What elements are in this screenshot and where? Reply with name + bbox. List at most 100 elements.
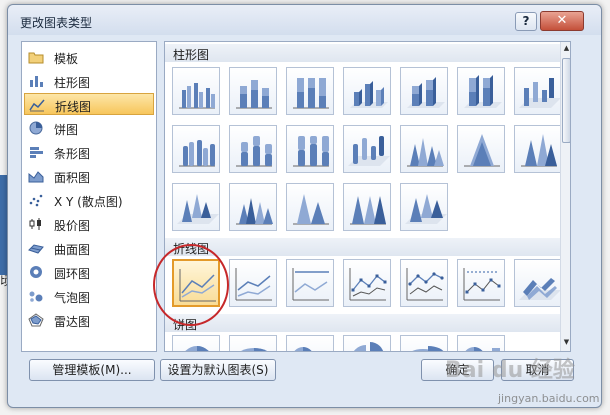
bar-of-pie-icon xyxy=(465,347,500,351)
category-label: 股价图 xyxy=(54,219,91,233)
category-surface[interactable]: 曲面图 xyxy=(24,237,154,259)
category-bubble[interactable]: 气泡图 xyxy=(24,285,154,307)
line-with-markers-option[interactable] xyxy=(343,259,391,307)
category-label: 曲面图 xyxy=(54,243,91,257)
3d-percent-stacked-column-option[interactable] xyxy=(457,67,505,115)
3d-percent-stacked-column-icon xyxy=(464,75,502,108)
category-doughnut[interactable]: 圆环图 xyxy=(24,261,154,283)
bar-of-pie-option[interactable] xyxy=(457,335,505,351)
percent-stacked-cylinder-icon xyxy=(293,136,329,167)
highlight-annotation-circle xyxy=(153,244,229,326)
percent-stacked-cone-option[interactable] xyxy=(514,125,562,173)
3d-pie-option[interactable] xyxy=(229,335,277,351)
scroll-up-arrow-icon[interactable]: ▲ xyxy=(562,44,570,55)
exploded-pie-icon xyxy=(354,342,384,351)
3d-cylinder-option[interactable] xyxy=(343,125,391,173)
category-column[interactable]: 柱形图 xyxy=(24,70,154,92)
stacked-pyramid-option[interactable] xyxy=(286,183,334,231)
clustered-cone-option[interactable] xyxy=(400,125,448,173)
title-bar: 更改图表类型 ? ✕ xyxy=(8,5,601,35)
section-header-line: 折线图 xyxy=(165,238,560,256)
clustered-cone-icon xyxy=(407,138,444,167)
clustered-column-icon xyxy=(179,83,215,109)
percent-stacked-column-option[interactable] xyxy=(286,67,334,115)
stacked-pyramid-icon xyxy=(293,194,329,225)
category-bar[interactable]: 条形图 xyxy=(24,141,154,163)
category-radar[interactable]: 雷达图 xyxy=(24,309,154,331)
pie-of-pie-icon xyxy=(294,347,312,351)
percent-stacked-pyramid-option[interactable] xyxy=(343,183,391,231)
clustered-cylinder-option[interactable] xyxy=(172,125,220,173)
percent-stacked-pyramid-icon xyxy=(350,196,386,225)
percent-stacked-line-with-markers-option[interactable] xyxy=(457,259,505,307)
category-scatter[interactable]: X Y (散点图) xyxy=(24,189,154,211)
pie-option[interactable] xyxy=(172,335,220,351)
category-templates[interactable]: 模板 xyxy=(24,46,154,68)
percent-stacked-cone-icon xyxy=(521,134,557,167)
3d-exploded-pie-option[interactable] xyxy=(400,335,448,351)
3d-cone-option[interactable] xyxy=(172,183,220,231)
percent-stacked-column-icon xyxy=(293,78,329,109)
stacked-column-icon xyxy=(236,80,272,109)
3d-clustered-column-icon xyxy=(350,81,388,108)
scatter-chart-icon xyxy=(29,194,43,207)
area-chart-icon xyxy=(28,171,44,183)
category-label: 面积图 xyxy=(54,171,91,185)
category-line[interactable]: 折线图 xyxy=(24,93,154,115)
bubble-chart-icon xyxy=(29,291,43,302)
stacked-column-option[interactable] xyxy=(229,67,277,115)
set-default-chart-button[interactable]: 设置为默认图表(S) xyxy=(160,359,276,381)
stacked-cylinder-option[interactable] xyxy=(229,125,277,173)
scroll-down-arrow-icon[interactable]: ▼ xyxy=(562,338,570,349)
section-header-column: 柱形图 xyxy=(165,44,560,62)
baidu-watermark-url: jingyan.baidu.com xyxy=(498,392,600,405)
line-with-markers-icon xyxy=(349,268,387,301)
stacked-cone-icon xyxy=(464,134,500,167)
category-stock[interactable]: 股价图 xyxy=(24,213,154,235)
stacked-cylinder-icon xyxy=(236,136,272,167)
3d-pyramid-icon xyxy=(405,194,447,224)
category-label: 气泡图 xyxy=(54,291,91,305)
section-header-pie: 饼图 xyxy=(165,314,560,332)
3d-column-option[interactable] xyxy=(514,67,562,115)
3d-line-icon xyxy=(519,278,561,300)
stacked-line-with-markers-option[interactable] xyxy=(400,259,448,307)
3d-cone-icon xyxy=(177,194,219,224)
percent-stacked-line-option[interactable] xyxy=(286,259,334,307)
category-label: 柱形图 xyxy=(54,76,91,90)
baidu-watermark-logo: Bai du 经验 xyxy=(445,358,575,383)
category-pie[interactable]: 饼图 xyxy=(24,117,154,139)
bar-chart-icon xyxy=(30,147,43,158)
pie-of-pie-option[interactable] xyxy=(286,335,334,351)
category-label: X Y (散点图) xyxy=(54,195,123,209)
pie-chart-icon xyxy=(185,346,209,351)
percent-stacked-line-with-markers-icon xyxy=(463,268,501,301)
exploded-pie-option[interactable] xyxy=(343,335,391,351)
3d-line-option[interactable] xyxy=(514,259,562,307)
manage-templates-button[interactable]: 管理模板(M)... xyxy=(29,359,155,381)
surface-chart-icon xyxy=(28,244,44,254)
clustered-cylinder-icon xyxy=(179,140,215,167)
clustered-column-option[interactable] xyxy=(172,67,220,115)
stacked-line-option[interactable] xyxy=(229,259,277,307)
scrollbar-thumb[interactable] xyxy=(562,58,570,143)
clustered-pyramid-option[interactable] xyxy=(229,183,277,231)
gallery-scrollbar[interactable]: ▲ ▼ xyxy=(560,42,570,351)
stacked-cone-option[interactable] xyxy=(457,125,505,173)
clustered-pyramid-icon xyxy=(236,198,273,225)
doughnut-chart-icon xyxy=(30,266,42,278)
stacked-line-with-markers-icon xyxy=(406,268,444,301)
category-label: 条形图 xyxy=(54,147,91,161)
close-button[interactable]: ✕ xyxy=(540,11,584,31)
3d-pyramid-option[interactable] xyxy=(400,183,448,231)
help-button[interactable]: ? xyxy=(515,12,537,31)
3d-stacked-column-option[interactable] xyxy=(400,67,448,115)
3d-column-icon xyxy=(519,78,561,108)
category-label: 模板 xyxy=(54,52,79,66)
chart-subtype-gallery: 柱形图 折线图 饼图 ▲ ▼ xyxy=(164,41,571,352)
category-area[interactable]: 面积图 xyxy=(24,165,154,187)
chart-category-list[interactable]: 模板 柱形图 折线图 饼图 条形图 面积图 X Y (散点图) 股价图 曲面图 … xyxy=(21,41,157,352)
3d-clustered-column-option[interactable] xyxy=(343,67,391,115)
category-label: 饼图 xyxy=(54,123,79,137)
percent-stacked-cylinder-option[interactable] xyxy=(286,125,334,173)
